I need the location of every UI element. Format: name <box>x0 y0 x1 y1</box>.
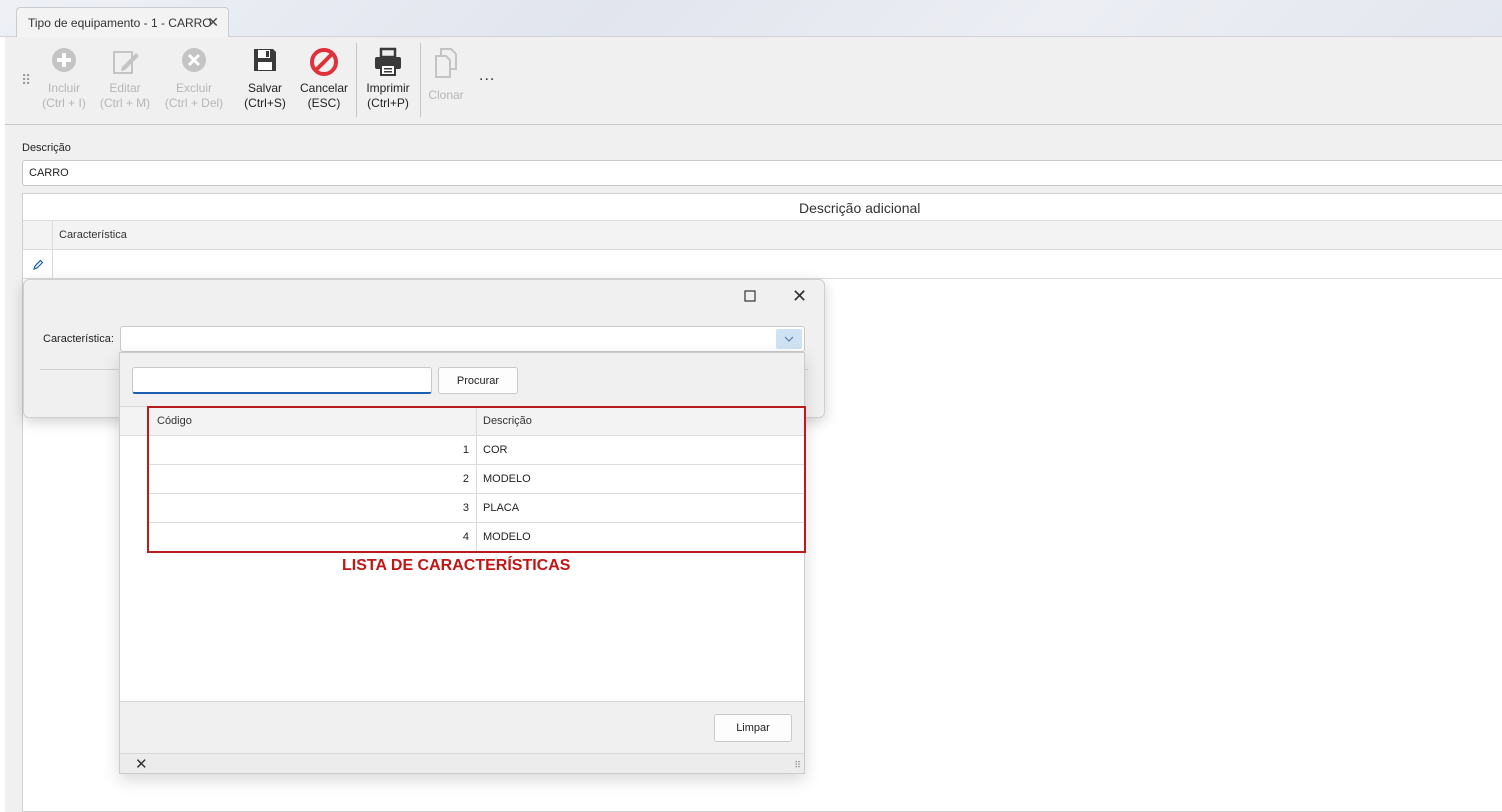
cell-code: 2 <box>462 473 469 485</box>
column-divider <box>476 523 477 552</box>
edit-icon <box>97 47 153 81</box>
delete-circle-icon <box>163 47 225 81</box>
cell-description: PLACA <box>483 502 520 514</box>
save-button-shortcut: (Ctrl+S) <box>244 96 286 110</box>
cell-code: 1 <box>462 444 469 456</box>
cancel-icon <box>297 47 351 81</box>
table-row[interactable]: 2 MODELO <box>149 465 804 494</box>
search-input[interactable] <box>132 367 432 394</box>
save-button-label: Salvar <box>247 81 282 95</box>
toolbar: ⠿ Incluir (Ctrl + I) Editar (Ctrl + M) E… <box>5 37 1502 125</box>
annotation-label: LISTA DE CARACTERÍSTICAS <box>342 557 571 574</box>
close-icon[interactable]: ✕ <box>135 755 148 773</box>
more-options-button[interactable]: ... <box>479 67 495 85</box>
plus-circle-icon <box>37 47 91 81</box>
popup-bottom-bar: Limpar <box>120 701 804 753</box>
chevron-down-icon[interactable] <box>776 329 802 349</box>
column-header-caracteristica[interactable]: Característica <box>59 229 127 241</box>
column-divider <box>476 407 477 436</box>
cancel-button-label: Cancelar <box>299 81 349 95</box>
tab-bar: Tipo de equipamento - 1 - CARRO ✕ <box>0 0 1502 38</box>
edit-button[interactable]: Editar (Ctrl + M) <box>97 47 153 111</box>
column-header-descricao[interactable]: Descrição <box>483 415 532 427</box>
cell-code: 4 <box>462 531 469 543</box>
row-indicator-header <box>23 221 53 250</box>
search-button[interactable]: Procurar <box>438 367 518 394</box>
toolbar-separator <box>356 43 357 117</box>
cell-code: 3 <box>462 502 469 514</box>
popup-footer: ✕ ⠿ <box>120 753 804 773</box>
tab-close-icon[interactable]: ✕ <box>207 14 219 31</box>
grid-band-header: Descrição adicional <box>23 194 1502 221</box>
column-header-codigo[interactable]: Código <box>157 415 192 427</box>
grid-column-header: Característica <box>23 221 1502 250</box>
close-icon[interactable]: ✕ <box>792 287 807 305</box>
add-button-shortcut: (Ctrl + I) <box>42 96 86 110</box>
print-button-label: Imprimir <box>366 81 410 95</box>
tab-title: Tipo de equipamento - 1 - CARRO <box>28 16 212 30</box>
cell-description: MODELO <box>483 473 531 485</box>
print-button-shortcut: (Ctrl+P) <box>367 96 409 110</box>
add-button-label: Incluir <box>47 81 80 95</box>
table-row[interactable]: 4 MODELO <box>149 523 804 552</box>
lookup-table-header: Código Descrição <box>120 407 804 436</box>
cell-description: MODELO <box>483 531 531 543</box>
clone-button-label: Clonar <box>428 88 464 102</box>
edit-button-shortcut: (Ctrl + M) <box>99 96 151 110</box>
column-divider <box>476 436 477 465</box>
printer-icon <box>361 47 415 81</box>
toolbar-grip-icon[interactable]: ⠿ <box>21 72 31 89</box>
table-row[interactable] <box>23 250 1502 279</box>
characteristic-combo[interactable] <box>120 326 805 352</box>
add-button[interactable]: Incluir (Ctrl + I) <box>37 47 91 111</box>
row-indicator-header <box>120 407 149 436</box>
description-label: Descrição <box>22 142 71 154</box>
clone-icon <box>425 47 467 88</box>
delete-button-label: Excluir <box>175 81 212 95</box>
print-button[interactable]: Imprimir (Ctrl+P) <box>361 47 415 111</box>
table-row[interactable]: 1 COR <box>149 436 804 465</box>
cell-description: COR <box>483 444 508 456</box>
pencil-icon <box>23 250 53 279</box>
clone-button[interactable]: Clonar <box>425 47 467 103</box>
toolbar-separator <box>420 43 421 117</box>
save-button[interactable]: Salvar (Ctrl+S) <box>241 47 289 111</box>
grid-band-title: Descrição adicional <box>799 200 921 216</box>
cancel-button[interactable]: Cancelar (ESC) <box>297 47 351 111</box>
resize-grip-icon[interactable]: ⠿ <box>794 760 801 771</box>
clear-button[interactable]: Limpar <box>714 714 792 742</box>
column-divider <box>476 465 477 494</box>
edit-button-label: Editar <box>109 81 141 95</box>
table-row[interactable]: 3 PLACA <box>149 494 804 523</box>
delete-button-shortcut: (Ctrl + Del) <box>164 96 224 110</box>
delete-button[interactable]: Excluir (Ctrl + Del) <box>163 47 225 111</box>
description-field[interactable]: CARRO <box>22 160 1502 186</box>
characteristic-label: Característica: <box>43 333 114 345</box>
maximize-icon[interactable] <box>744 290 756 302</box>
cancel-button-shortcut: (ESC) <box>307 96 341 110</box>
popup-search-bar: Procurar <box>120 353 804 407</box>
column-divider <box>476 494 477 523</box>
tab-document[interactable]: Tipo de equipamento - 1 - CARRO ✕ <box>16 7 229 38</box>
floppy-disk-icon <box>241 47 289 81</box>
